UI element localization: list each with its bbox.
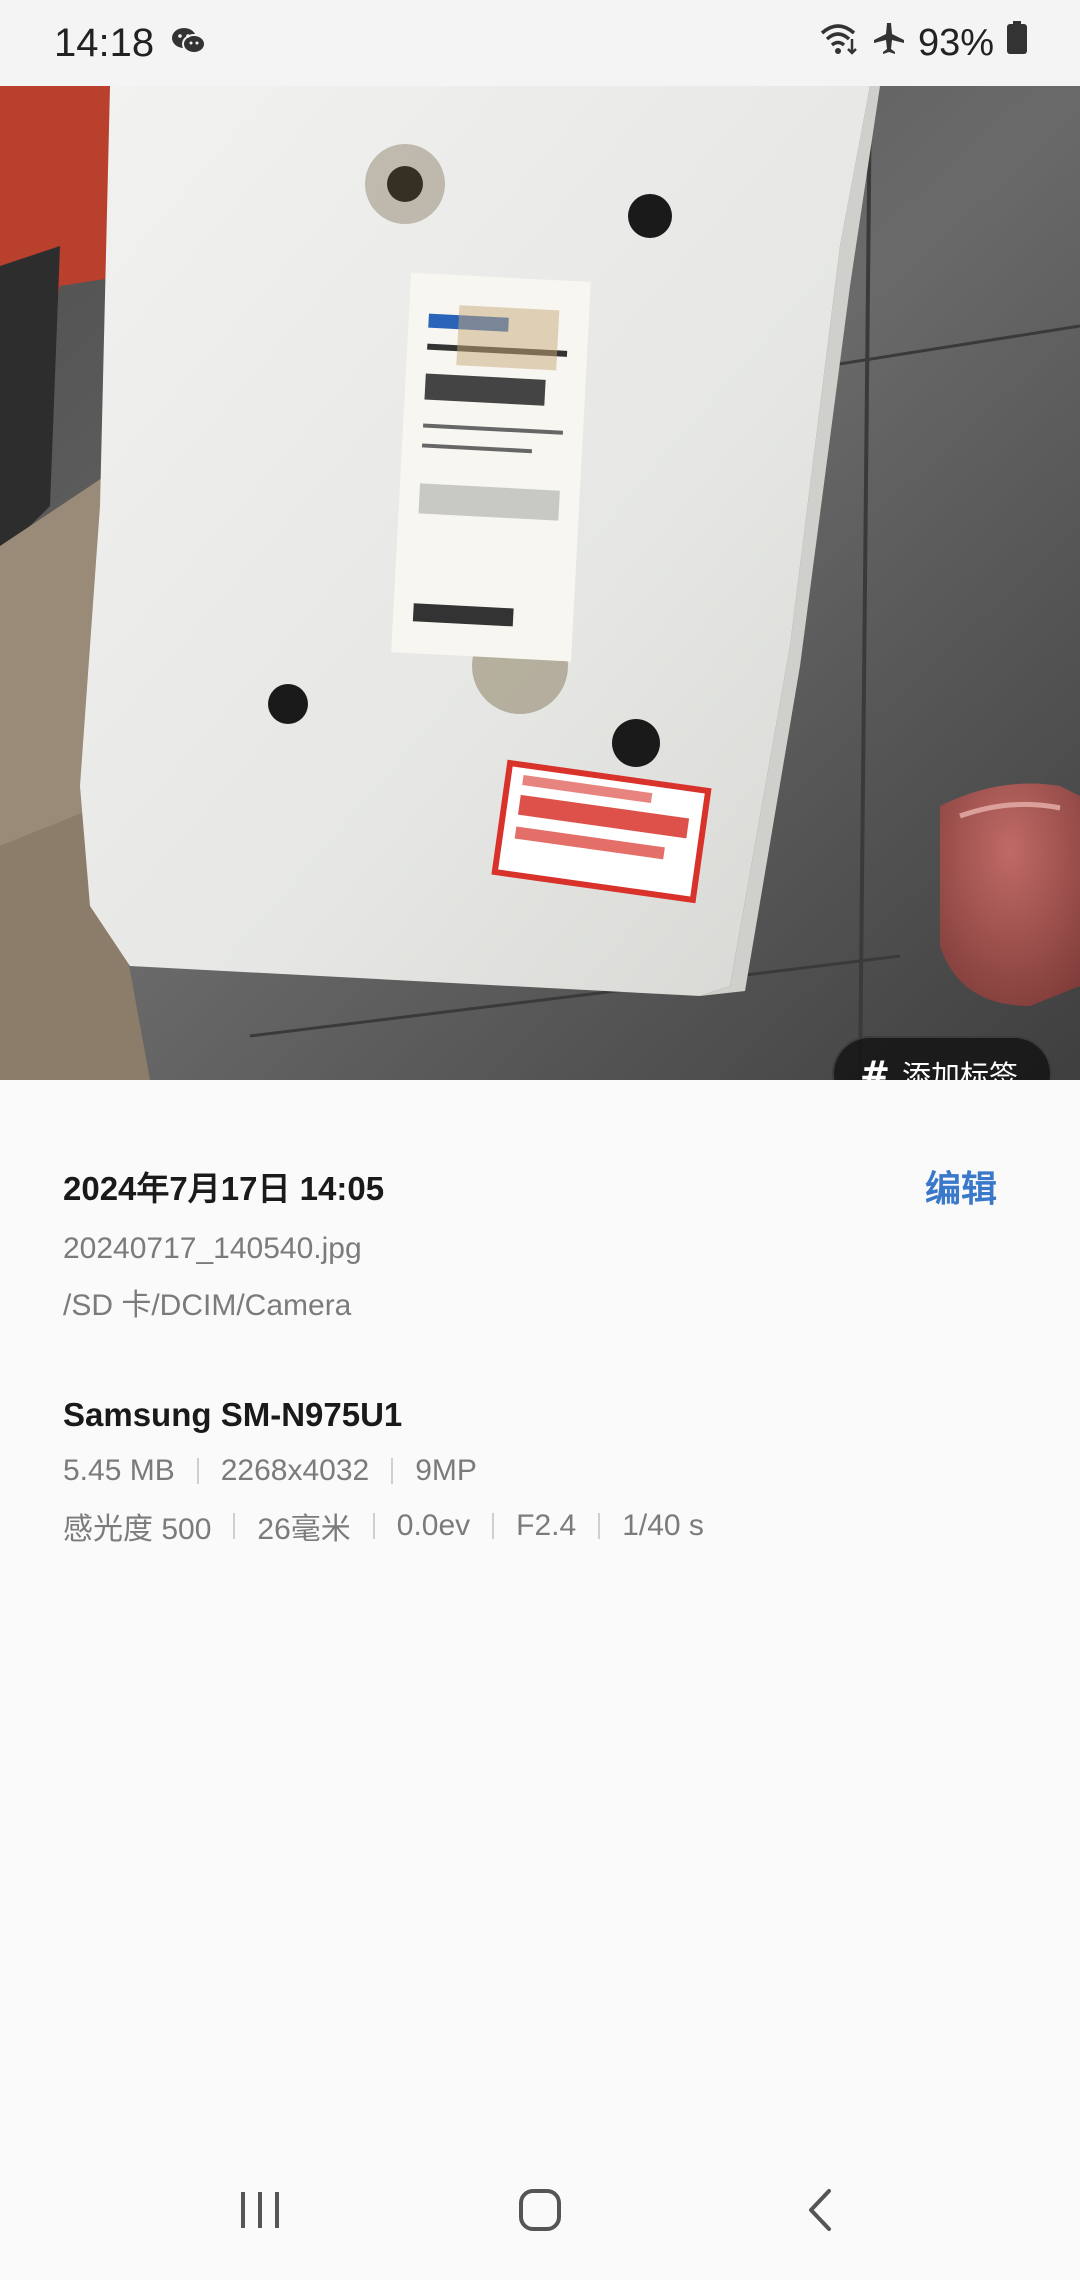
back-button[interactable] bbox=[760, 2160, 880, 2260]
edit-button[interactable]: 编辑 bbox=[925, 1160, 997, 1212]
add-tag-button[interactable]: # 添加标签 bbox=[831, 1036, 1052, 1081]
exposure-value: 0.0ev bbox=[396, 1509, 471, 1542]
add-tag-label: 添加标签 bbox=[901, 1061, 1018, 1080]
camera-info-row: 感光度 500 26毫米 0.0ev F2.4 1/40 s bbox=[63, 1504, 1023, 1548]
megapixels: 9MP bbox=[415, 1454, 477, 1487]
status-right: 93% bbox=[820, 21, 1028, 65]
divider bbox=[598, 1513, 601, 1539]
divider bbox=[492, 1513, 495, 1539]
iso: 感光度 500 bbox=[63, 1513, 212, 1546]
status-bar: 14:18 93% bbox=[0, 0, 1080, 86]
file-info-row: 5.45 MB 2268x4032 9MP bbox=[63, 1454, 1023, 1488]
file-path: /SD 卡/DCIM/Camera bbox=[63, 1289, 352, 1322]
wifi-icon bbox=[820, 21, 860, 65]
divider bbox=[233, 1513, 236, 1539]
focal-length: 26毫米 bbox=[257, 1513, 351, 1546]
file-name: 20240717_140540.jpg bbox=[63, 1232, 362, 1265]
status-time: 14:18 bbox=[54, 20, 155, 65]
photo-view[interactable]: # 添加标签 bbox=[0, 86, 1080, 1080]
photo-image bbox=[0, 86, 1080, 1080]
date-row: 2024年7月17日 14:05 编辑 bbox=[63, 1160, 1023, 1212]
divider bbox=[196, 1458, 199, 1484]
photo-details: 2024年7月17日 14:05 编辑 20240717_140540.jpg … bbox=[63, 1160, 1023, 1548]
hashtag-icon: # bbox=[859, 1053, 890, 1081]
recent-apps-button[interactable] bbox=[200, 2160, 320, 2260]
wechat-icon bbox=[170, 25, 207, 62]
back-icon bbox=[809, 2189, 831, 2231]
navigation-bar bbox=[0, 2140, 1080, 2280]
recent-apps-icon bbox=[241, 2192, 279, 2228]
divider bbox=[391, 1458, 394, 1484]
resolution: 2268x4032 bbox=[220, 1454, 370, 1487]
photo-date: 2024年7月17日 14:05 bbox=[63, 1170, 385, 1207]
divider bbox=[372, 1513, 375, 1539]
status-left: 14:18 bbox=[54, 20, 207, 66]
file-size: 5.45 MB bbox=[63, 1454, 175, 1487]
battery-percentage: 93% bbox=[917, 21, 994, 64]
shutter-speed: 1/40 s bbox=[622, 1509, 704, 1542]
aperture: F2.4 bbox=[516, 1509, 577, 1542]
battery-icon bbox=[1006, 21, 1028, 65]
home-button[interactable] bbox=[480, 2160, 600, 2260]
home-icon bbox=[519, 2189, 561, 2231]
device-model: Samsung SM-N975U1 bbox=[63, 1396, 403, 1433]
airplane-mode-icon bbox=[872, 21, 906, 65]
